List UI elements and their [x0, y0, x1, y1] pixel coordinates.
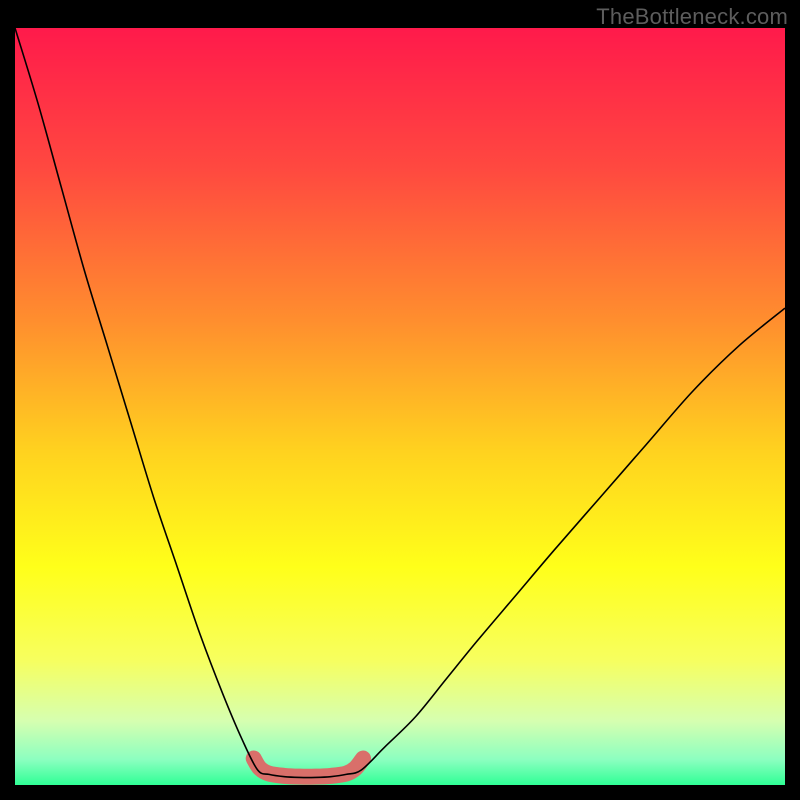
curve-layer — [15, 28, 785, 785]
watermark-text: TheBottleneck.com — [596, 4, 788, 30]
chart-container: TheBottleneck.com — [0, 0, 800, 800]
plot-area — [15, 28, 785, 785]
main-curve — [15, 28, 785, 778]
